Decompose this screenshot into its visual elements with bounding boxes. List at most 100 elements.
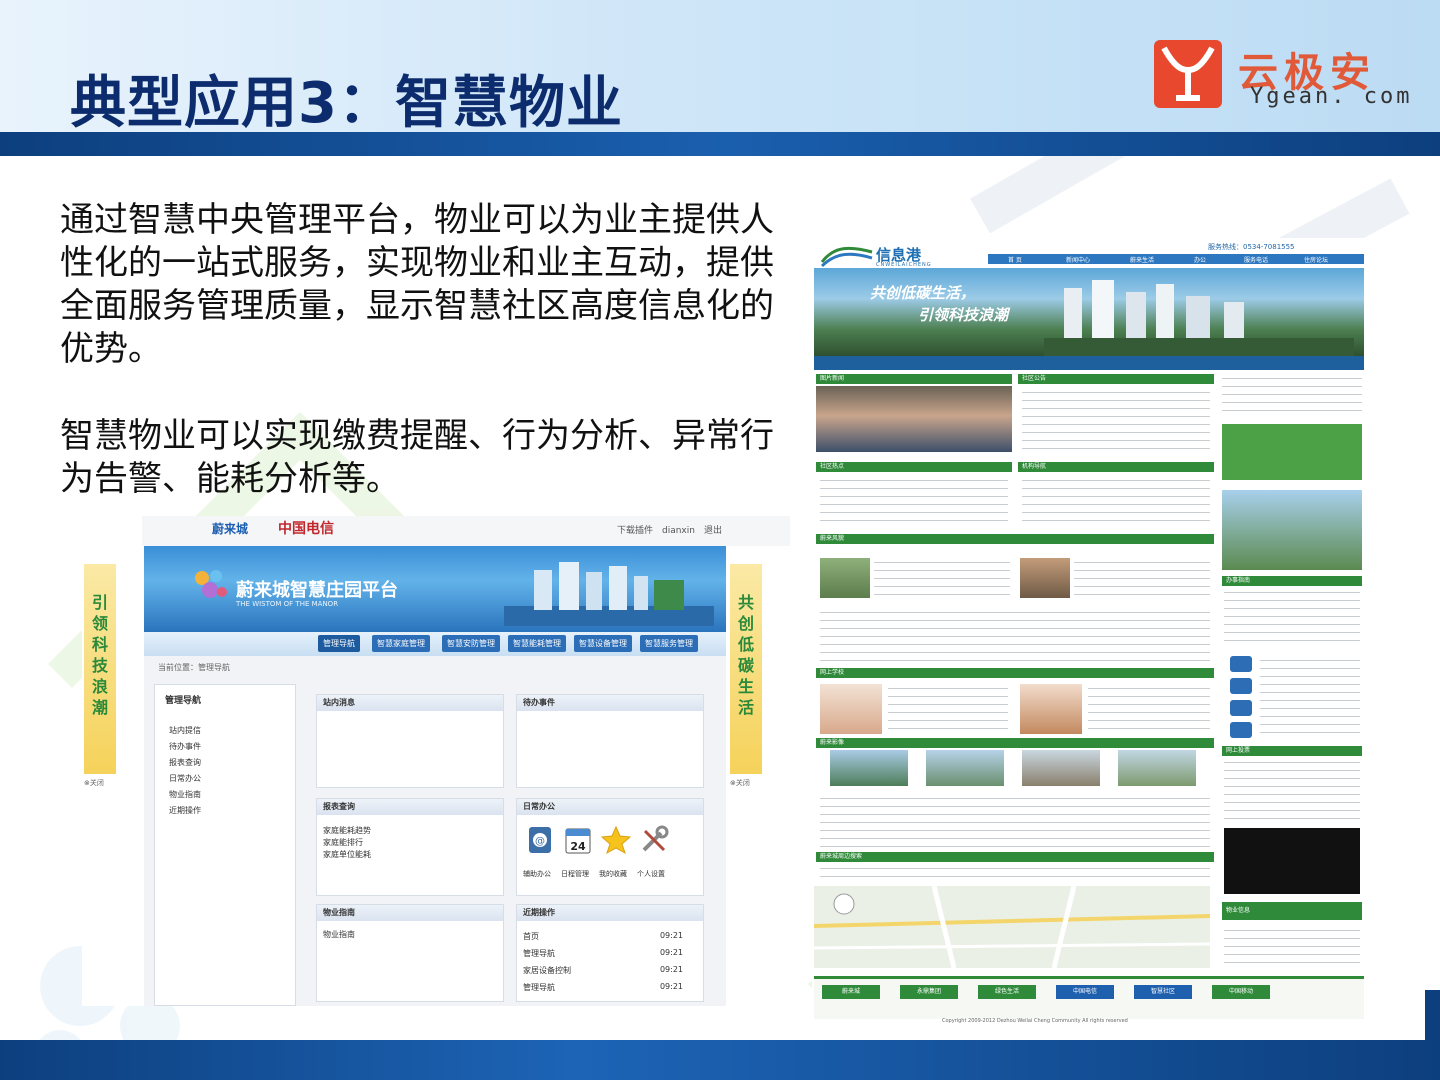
manor-top-links[interactable]: 下载插件 dianxin 退出 (617, 523, 722, 536)
scenery-photo (820, 558, 870, 598)
section-header: 网上学校 (816, 668, 1214, 678)
section-title: 社区公告 (1022, 375, 1047, 382)
globe-icon[interactable] (1230, 656, 1252, 672)
tab-device-manage[interactable]: 智慧设备管理 (574, 635, 632, 652)
kids-list (1088, 684, 1210, 734)
guide-link[interactable]: 物业指南 (323, 929, 355, 940)
people-icon[interactable] (1230, 722, 1252, 738)
report-panel: 报表查询 家庭能耗趋势 家庭能排行 家庭单位能耗 (316, 798, 504, 896)
section-header: 蔚来风貌 (816, 534, 1214, 544)
video-player[interactable] (1224, 828, 1360, 894)
tab-manage-nav[interactable]: 管理导航 (318, 635, 360, 652)
tab-energy-manage[interactable]: 智慧能耗管理 (508, 635, 566, 652)
menu-item-inbox[interactable]: 站内提信 (169, 725, 201, 736)
section-title: 蔚来影像 (820, 739, 845, 746)
footer-logo[interactable]: 绿色生活 (978, 985, 1036, 999)
gallery-photo[interactable] (830, 750, 908, 786)
guide-panel: 物业指南 物业指南 (316, 904, 504, 1002)
recent-row-time: 09:21 (659, 931, 683, 940)
slide-footer (0, 1040, 1440, 1080)
left-close-link[interactable]: ⊗关闭 (84, 778, 104, 788)
gallery-list (820, 794, 1210, 850)
guide-list (1224, 588, 1360, 644)
menu-item-report[interactable]: 报表查询 (169, 757, 201, 768)
address-book-icon[interactable]: @ (525, 825, 555, 855)
report-link-unit[interactable]: 家庭单位能耗 (323, 849, 371, 860)
star-icon[interactable] (601, 825, 631, 855)
property-info-list (1224, 926, 1360, 970)
portal-nav-news[interactable]: 新闻中心 (1066, 255, 1090, 264)
footer-logo[interactable]: 智慧社区 (1134, 985, 1192, 999)
tab-service-manage[interactable]: 智慧服务管理 (640, 635, 698, 652)
recent-row-label[interactable]: 家居设备控制 (523, 965, 571, 976)
tab-security-manage[interactable]: 智慧安防管理 (442, 635, 500, 652)
car-icon[interactable] (1230, 678, 1252, 694)
calendar-day: 24 (570, 840, 586, 853)
menu-item-guide[interactable]: 物业指南 (169, 789, 201, 800)
recent-row-time: 09:21 (659, 982, 683, 991)
office-panel-title: 日常办公 (517, 799, 703, 815)
services-list (820, 608, 1210, 666)
office-label-favorites: 我的收藏 (599, 870, 627, 878)
right-close-link[interactable]: ⊗关闭 (730, 778, 750, 788)
section-title: 网上投票 (1226, 747, 1251, 754)
logo-text-en: Ygean. com (1250, 84, 1413, 109)
tools-icon[interactable] (639, 825, 669, 855)
portal-nav-life[interactable]: 蔚来生活 (1130, 255, 1154, 264)
portal-nav-home[interactable]: 首 页 (1008, 255, 1022, 264)
section-header: 物业信息 (1222, 902, 1362, 920)
tab-home-manage[interactable]: 智慧家庭管理 (372, 635, 430, 652)
vote-list[interactable] (1224, 758, 1360, 820)
portal-banner: 共创低碳生活， 引领科技浪潮 (814, 268, 1364, 356)
section-header: 图片新闻 (816, 374, 1012, 384)
recent-row-label[interactable]: 首页 (523, 931, 539, 942)
portal-search-bar[interactable] (814, 356, 1364, 370)
section-header: 社区公告 (1018, 374, 1214, 384)
footer-logo[interactable]: 蔚来城 (822, 985, 880, 999)
section-title: 物业信息 (1226, 907, 1251, 914)
gallery-photo[interactable] (1022, 750, 1100, 786)
portal-nav-phone[interactable]: 服务电话 (1244, 255, 1268, 264)
life-list (1074, 558, 1210, 602)
quick-links[interactable] (1260, 656, 1360, 740)
section-title: 办事指南 (1226, 577, 1251, 584)
report-link-trend[interactable]: 家庭能耗趋势 (323, 825, 371, 836)
footer-logo[interactable]: 中国电信 (1056, 985, 1114, 999)
section-title: 蔚来风貌 (820, 535, 845, 542)
portal-topbar: 信息港 CNWEILAICHENG 服务热线：0534-7081555 首 页 … (812, 238, 1364, 272)
menu-title: 管理导航 (165, 696, 202, 706)
section-header: 办事指南 (1222, 576, 1362, 586)
svg-text:@: @ (535, 836, 545, 847)
portal-nav-forum[interactable]: 住房论坛 (1304, 255, 1328, 264)
home-icon[interactable] (1230, 700, 1252, 716)
calendar-icon[interactable]: 24 (563, 825, 593, 855)
office-label-assist: 辅助办公 (523, 870, 551, 878)
search-options[interactable] (820, 864, 1210, 884)
portal-nav-office[interactable]: 办公 (1194, 255, 1206, 264)
weather-box (1222, 374, 1362, 418)
body-paragraph-2: 智慧物业可以实现缴费提醒、行为分析、异常行为告警、能耗分析等。 (60, 416, 774, 499)
office-panel: 日常办公 @ 24 辅助办公 日程管理 我的收藏 个人设置 (516, 798, 704, 896)
menu-item-recent[interactable]: 近期操作 (169, 805, 201, 816)
section-header: 蔚来影像 (816, 738, 1214, 748)
report-link-rank[interactable]: 家庭能排行 (323, 837, 363, 848)
school-photo (820, 684, 882, 734)
menu-item-todo[interactable]: 待办事件 (169, 741, 201, 752)
footer-logo[interactable]: 永鼎集团 (900, 985, 958, 999)
gallery-photo[interactable] (926, 750, 1004, 786)
portal-copyright: Copyright 2009-2012 Dezhou Weilai Cheng … (942, 1018, 1128, 1024)
recent-row-label[interactable]: 管理导航 (523, 982, 555, 993)
slide-title: 典型应用3：智慧物业 (70, 71, 623, 136)
section-header: 机构导航 (1018, 462, 1214, 472)
surroundings-map[interactable] (814, 886, 1210, 968)
todo-panel: 待办事件 (516, 694, 704, 788)
school-list (888, 684, 1008, 734)
agency-list (1022, 476, 1210, 528)
body-paragraph-1: 通过智慧中央管理平台，物业可以为业主提供人性化的一站式服务，实现物业和业主互动，… (60, 200, 774, 369)
recent-row-label[interactable]: 管理导航 (523, 948, 555, 959)
gallery-photo[interactable] (1118, 750, 1196, 786)
section-header: 网上投票 (1222, 746, 1362, 756)
left-slogan-banner: 引领科技浪潮 (84, 564, 116, 774)
footer-logo[interactable]: 中国移动 (1212, 985, 1270, 999)
menu-item-office[interactable]: 日常办公 (169, 773, 201, 784)
